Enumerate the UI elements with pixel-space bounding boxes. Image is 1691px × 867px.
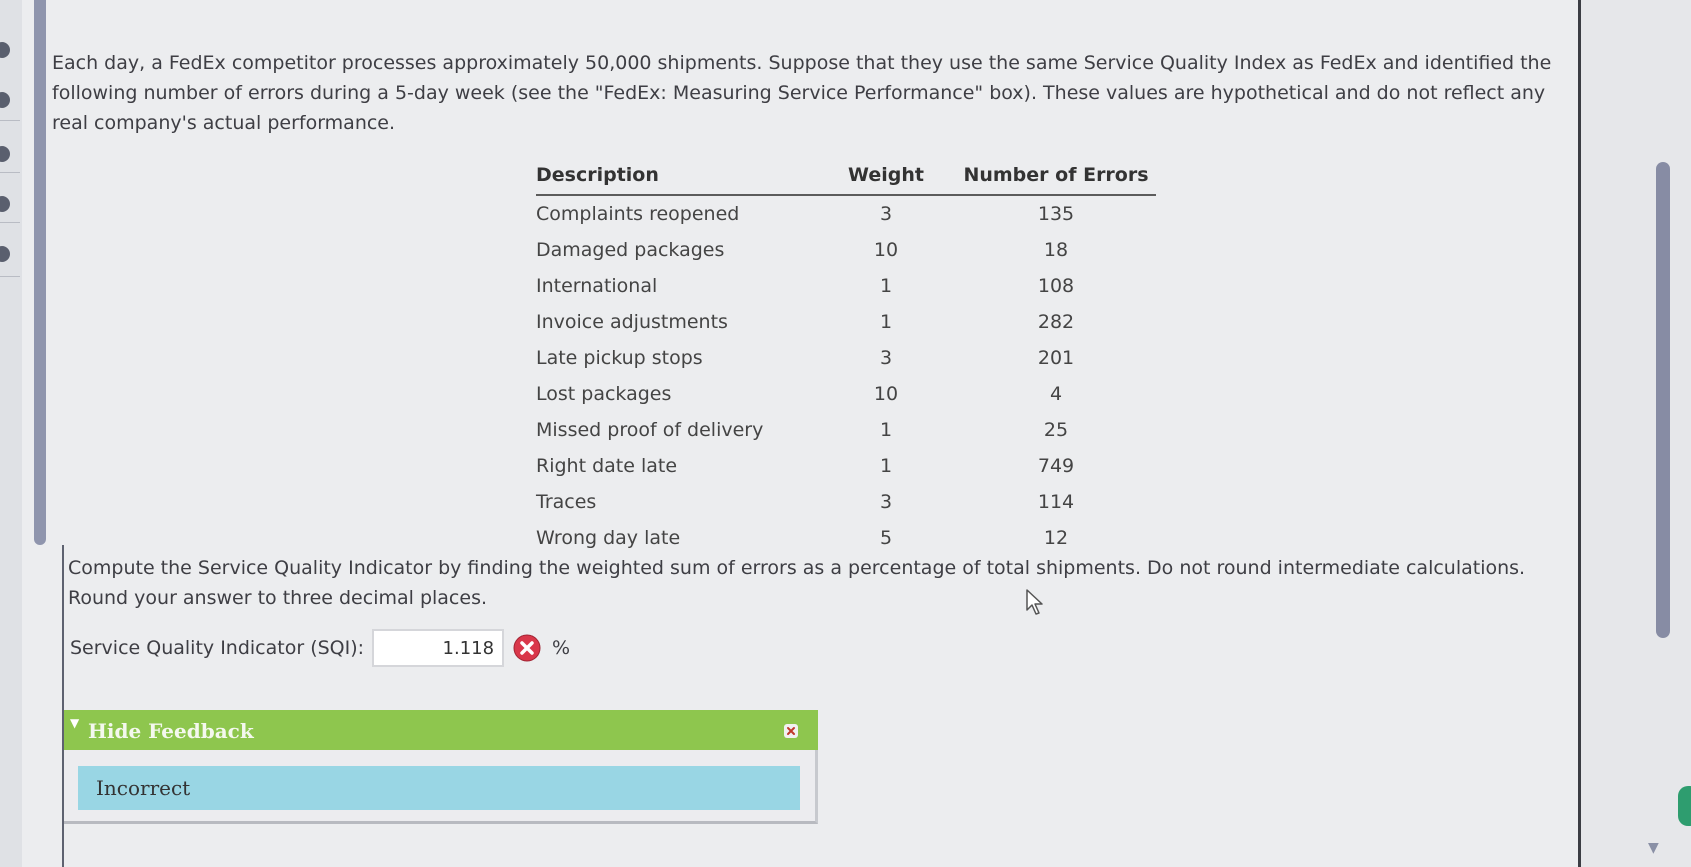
divider [0,172,20,173]
percent-unit: % [552,637,571,659]
feedback-message: Incorrect [78,766,800,810]
cell-weight: 3 [879,491,893,513]
scroll-down-arrow-icon[interactable]: ▼ [1648,840,1659,856]
incorrect-x-icon [513,634,541,662]
errors-table: Description Weight Number of Errors Comp… [536,156,1156,556]
chat-launcher-button[interactable] [1678,786,1691,826]
cell-weight: 10 [873,239,899,261]
feedback-panel: ▼ Hide Feedback Incorrect [64,710,818,824]
cell-description: Invoice adjustments [536,311,728,333]
nav-dot-icon[interactable] [0,42,10,58]
divider [0,222,20,223]
cell-weight: 5 [879,527,893,549]
hide-feedback-toggle[interactable]: Hide Feedback [88,719,254,743]
answer-row: Service Quality Indicator (SQI): % [70,628,570,668]
cell-description: Right date late [536,455,678,477]
close-icon[interactable] [784,724,798,738]
table-row: Missed proof of delivery 1 25 [536,412,1156,448]
problem-statement: Each day, a FedEx competitor processes a… [52,52,1552,134]
cell-weight: 1 [879,275,893,297]
cell-errors: 135 [1037,203,1075,225]
cell-weight: 10 [873,383,899,405]
vertical-scrollbar-thumb[interactable] [1656,162,1670,638]
cell-weight: 1 [879,311,893,333]
cell-errors: 282 [1037,311,1075,333]
table-row: Lost packages 10 4 [536,376,1156,412]
nav-dot-icon[interactable] [0,92,10,108]
table-row: Wrong day late 5 12 [536,520,1156,556]
scroll-rail[interactable] [34,0,46,545]
cell-errors: 201 [1037,347,1075,369]
table-row: Complaints reopened 3 135 [536,195,1156,232]
cell-description: Late pickup stops [536,347,703,369]
cell-errors: 108 [1037,275,1075,297]
cell-description: Traces [536,491,597,513]
cell-errors: 4 [1049,383,1063,405]
divider [0,120,20,121]
cell-description: Lost packages [536,383,672,405]
table-row: Right date late 1 749 [536,448,1156,484]
cell-description: Missed proof of delivery [536,419,764,441]
cell-errors: 114 [1037,491,1075,513]
sqi-answer-input[interactable] [372,629,505,667]
side-panel [1581,0,1691,867]
nav-dot-icon[interactable] [0,196,10,212]
header-weight: Weight [816,156,956,196]
header-errors: Number of Errors [956,156,1156,196]
nav-dot-icon[interactable] [0,246,10,262]
left-rail [0,0,22,867]
table-row: International 1 108 [536,268,1156,304]
table-row: Damaged packages 10 18 [536,232,1156,268]
cell-errors: 749 [1037,455,1075,477]
cell-errors: 12 [1043,527,1069,549]
mouse-pointer-icon [1026,589,1043,615]
instructions-text: Compute the Service Quality Indicator by… [68,557,1526,609]
cell-description: Complaints reopened [536,203,740,225]
sqi-label: Service Quality Indicator (SQI): [70,637,365,659]
header-description: Description [536,156,816,196]
table-row: Traces 3 114 [536,484,1156,520]
cell-errors: 25 [1043,419,1069,441]
cell-errors: 18 [1043,239,1069,261]
table-row: Late pickup stops 3 201 [536,340,1156,376]
cell-description: Wrong day late [536,527,681,549]
divider [0,276,20,277]
cell-weight: 1 [879,419,893,441]
cell-weight: 3 [879,203,893,225]
table-row: Invoice adjustments 1 282 [536,304,1156,340]
cell-description: International [536,275,658,297]
collapse-triangle-icon[interactable]: ▼ [70,716,79,730]
cell-description: Damaged packages [536,239,725,261]
nav-dot-icon[interactable] [0,146,10,162]
feedback-header[interactable]: ▼ Hide Feedback [64,710,818,750]
table-header-row: Description Weight Number of Errors [536,156,1156,196]
cell-weight: 3 [879,347,893,369]
cell-weight: 1 [879,455,893,477]
